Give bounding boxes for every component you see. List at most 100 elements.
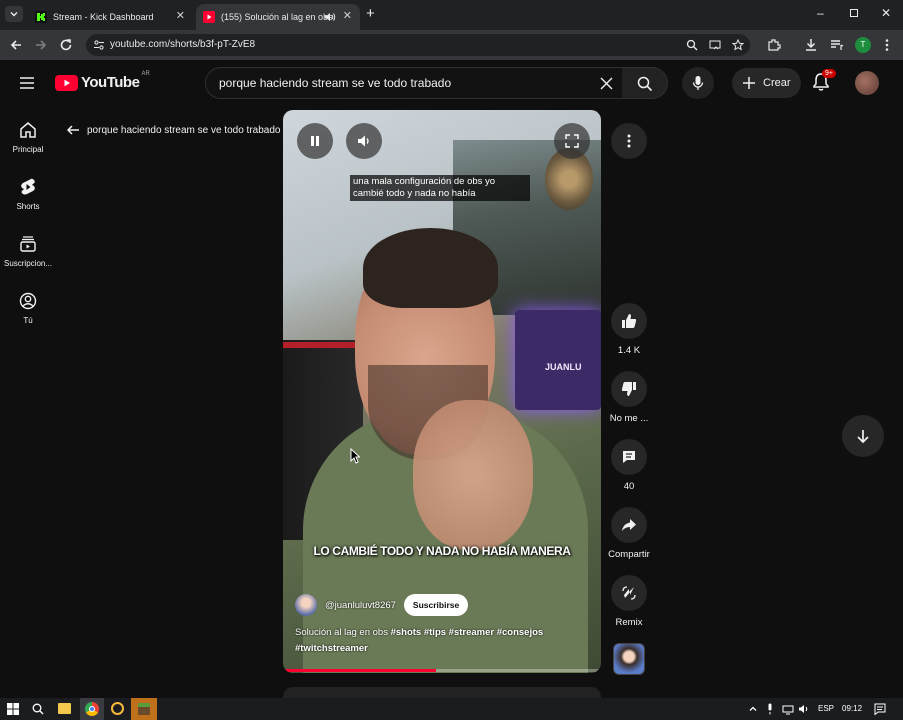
progress-bar[interactable]: [283, 669, 601, 672]
windows-start-icon[interactable]: [7, 703, 19, 715]
speaker-icon[interactable]: [798, 703, 810, 715]
shorts-icon: [21, 178, 35, 195]
sidebar-item-subscriptions[interactable]: Suscripcion...: [0, 235, 56, 268]
volume-button[interactable]: [346, 123, 382, 159]
person-hand-image: [413, 400, 533, 550]
hamburger-menu-icon[interactable]: [19, 76, 35, 90]
notification-center-icon[interactable]: [874, 703, 886, 715]
chevron-up-icon[interactable]: [748, 704, 758, 714]
like-button[interactable]: [611, 303, 647, 339]
next-short-button[interactable]: [842, 415, 884, 457]
description-text: Solución al lag en obs: [295, 627, 391, 638]
thumbs-up-icon: [622, 314, 637, 328]
remix-action[interactable]: Remix: [604, 575, 654, 628]
download-icon[interactable]: [804, 38, 818, 52]
youtube-header: YouTube AR porque haciendo stream se ve …: [0, 60, 903, 106]
close-tab-icon[interactable]: ✕: [176, 9, 185, 22]
microphone-tray-icon[interactable]: [766, 703, 774, 715]
site-info-icon[interactable]: [93, 39, 105, 51]
tab-title: (155) Solución al lag en obs: [221, 12, 333, 22]
account-avatar[interactable]: [855, 71, 879, 95]
new-tab-button[interactable]: +: [366, 5, 375, 22]
restore-window-button[interactable]: [850, 9, 858, 17]
tab-list-dropdown-button[interactable]: [5, 6, 23, 22]
app-clock-icon[interactable]: [111, 702, 124, 715]
clear-search-icon[interactable]: [599, 76, 614, 91]
back-arrow-icon: [66, 125, 79, 135]
short-video-player[interactable]: JUANLU una mala configuración de obs yo …: [283, 110, 601, 673]
taskbar-clock[interactable]: 09:12: [842, 704, 862, 713]
neon-sign-text: JUANLU: [545, 362, 582, 372]
forward-arrow-icon[interactable]: [34, 38, 48, 52]
profile-avatar[interactable]: T: [855, 37, 871, 53]
share-arrow-icon: [622, 519, 636, 531]
channel-avatar[interactable]: [295, 594, 317, 616]
notifications-button[interactable]: 9+: [812, 69, 836, 94]
search-input[interactable]: porque haciendo stream se ve todo trabad…: [205, 67, 623, 99]
search-result-title: porque haciendo stream se ve todo trabad…: [87, 124, 281, 136]
like-count: 1.4 K: [617, 345, 641, 356]
chevron-down-icon: [10, 12, 18, 17]
audio-playing-icon[interactable]: [324, 11, 336, 23]
fullscreen-button[interactable]: [554, 123, 590, 159]
url-text: youtube.com/shorts/b3f-pT-ZvE8: [110, 39, 256, 50]
more-options-button[interactable]: [611, 123, 647, 159]
dislike-button[interactable]: [611, 371, 647, 407]
sidebar-item-shorts[interactable]: Shorts: [0, 178, 56, 211]
media-controls-icon[interactable]: [830, 38, 844, 52]
back-to-search[interactable]: porque haciendo stream se ve todo trabad…: [66, 123, 280, 137]
cast-icon[interactable]: [709, 39, 721, 51]
minimize-window-button[interactable]: –: [817, 6, 824, 20]
comments-action[interactable]: 40: [604, 439, 654, 492]
address-bar[interactable]: youtube.com/shorts/b3f-pT-ZvE8: [86, 34, 750, 56]
short-description: Solución al lag en obs #shots #tips #str…: [295, 625, 585, 657]
sidebar-item-home[interactable]: Principal: [0, 121, 56, 154]
volume-icon: [358, 135, 369, 147]
back-arrow-icon[interactable]: [9, 38, 23, 52]
pause-icon: [311, 136, 319, 146]
dislike-action[interactable]: No me ...: [604, 371, 654, 424]
arrow-down-icon: [857, 430, 869, 444]
like-action[interactable]: 1.4 K: [604, 303, 654, 356]
network-icon[interactable]: [782, 703, 794, 715]
extensions-icon[interactable]: [767, 38, 781, 52]
chair-red-trim: [283, 342, 361, 348]
sidebar-item-you[interactable]: Tú: [0, 292, 56, 325]
browser-tab-youtube[interactable]: (155) Solución al lag en obs ✕: [196, 4, 360, 30]
subscribe-button[interactable]: Suscribirse: [403, 594, 469, 616]
comments-button[interactable]: [611, 439, 647, 475]
audio-track-thumbnail[interactable]: [613, 643, 645, 675]
taskbar-search-icon[interactable]: [32, 703, 44, 715]
zoom-icon[interactable]: [686, 39, 698, 51]
create-button[interactable]: Crear: [732, 68, 801, 98]
microphone-icon: [692, 76, 704, 90]
youtube-play-logo-icon: [55, 74, 78, 91]
bookmark-star-icon[interactable]: [732, 39, 744, 51]
caption-top: una mala configuración de obs yo cambié …: [350, 175, 530, 201]
browser-menu-icon[interactable]: [884, 38, 890, 52]
hashtags-line-1[interactable]: #shots #tips #streamer #consejos: [391, 627, 544, 638]
chrome-taskbar-button[interactable]: [80, 698, 104, 720]
share-action[interactable]: Compartir: [604, 507, 654, 560]
neon-sign-image: JUANLU: [515, 310, 601, 410]
youtube-logo[interactable]: YouTube AR: [55, 71, 150, 91]
pause-button[interactable]: [297, 123, 333, 159]
remix-label: Remix: [615, 617, 643, 628]
voice-search-button[interactable]: [682, 67, 714, 99]
channel-handle[interactable]: @juanluluvt8267: [325, 600, 396, 611]
remix-icon: [622, 586, 636, 600]
reload-icon[interactable]: [59, 38, 73, 52]
close-window-button[interactable]: ✕: [881, 6, 891, 20]
create-label: Crear: [763, 77, 791, 89]
keyboard-language[interactable]: ESP: [818, 704, 834, 713]
close-tab-icon[interactable]: ✕: [343, 9, 352, 22]
app-minecraft-taskbar-button[interactable]: [131, 698, 157, 720]
remix-button[interactable]: [611, 575, 647, 611]
browser-tab-kick[interactable]: Stream - Kick Dashboard ✕: [28, 4, 193, 30]
chrome-icon-center: [89, 706, 95, 712]
hashtags-line-2[interactable]: #twitchstreamer: [295, 643, 368, 654]
search-button[interactable]: [622, 67, 668, 99]
file-explorer-icon[interactable]: [58, 703, 71, 714]
search-query-text: porque haciendo stream se ve todo trabad…: [219, 76, 452, 90]
share-button[interactable]: [611, 507, 647, 543]
